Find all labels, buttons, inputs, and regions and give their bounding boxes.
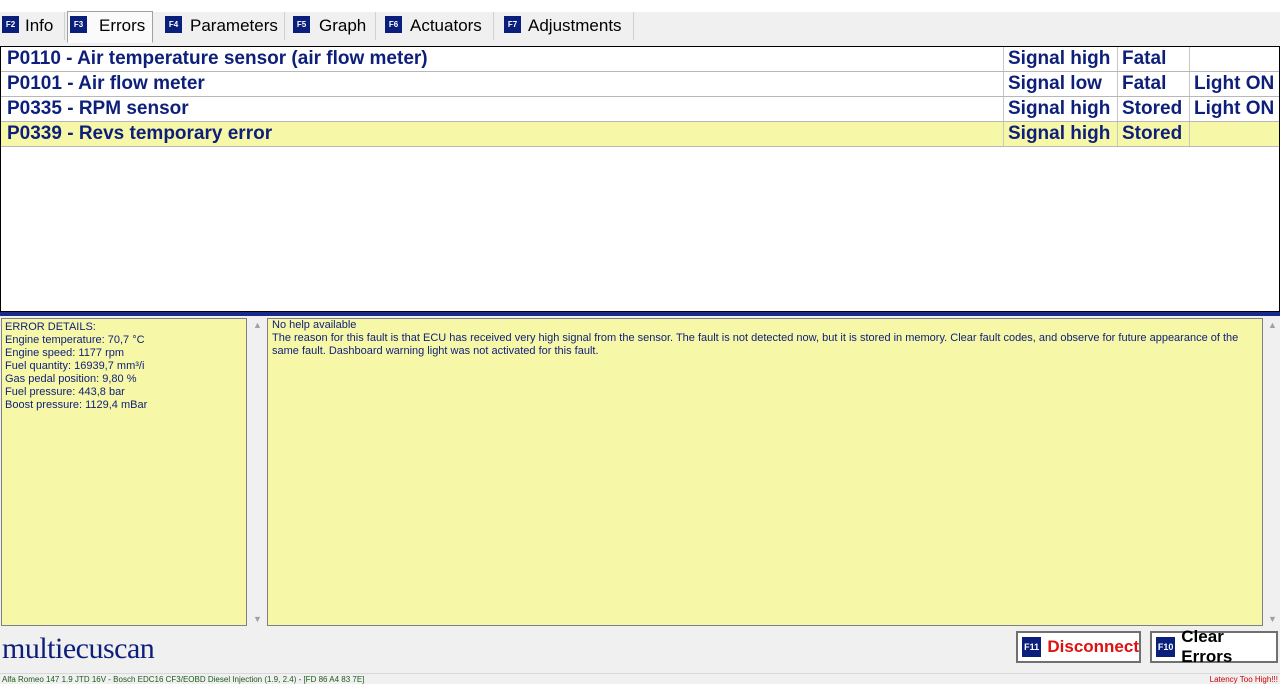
- table-row[interactable]: P0101 - Air flow meter Signal low Fatal …: [1, 72, 1279, 97]
- tab-info[interactable]: F2 Info: [0, 12, 65, 40]
- splitter[interactable]: [0, 312, 1280, 316]
- clear-errors-label: Clear Errors: [1181, 627, 1233, 666]
- help-scrollbar[interactable]: ▲ ▼: [1265, 318, 1279, 626]
- error-light: [1189, 47, 1280, 71]
- table-row[interactable]: P0110 - Air temperature sensor (air flow…: [1, 47, 1279, 72]
- fkey-badge: F5: [293, 16, 310, 33]
- table-row[interactable]: P0335 - RPM sensor Signal high Stored Li…: [1, 97, 1279, 122]
- tab-label: Actuators: [410, 16, 482, 35]
- scroll-down-icon[interactable]: ▼: [253, 614, 262, 624]
- fkey-badge: F10: [1156, 637, 1176, 657]
- clear-errors-button[interactable]: F10 Clear Errors: [1150, 627, 1278, 666]
- scroll-up-icon[interactable]: ▲: [1268, 320, 1277, 330]
- details-title: ERROR DETAILS:: [5, 321, 96, 333]
- error-status: Fatal: [1117, 72, 1194, 96]
- error-description: P0110 - Air temperature sensor (air flow…: [7, 48, 428, 69]
- detail-line: Fuel quantity: 16939,7 mm³/i: [5, 360, 145, 372]
- error-description: P0101 - Air flow meter: [7, 73, 205, 94]
- error-signal: Signal high: [1003, 97, 1122, 121]
- scroll-up-icon[interactable]: ▲: [253, 320, 262, 330]
- app-logo: multiecuscan: [2, 632, 155, 665]
- scroll-down-icon[interactable]: ▼: [1268, 614, 1277, 624]
- error-description: P0339 - Revs temporary error: [7, 123, 273, 144]
- fkey-badge: F4: [165, 16, 182, 33]
- help-title: No help available: [272, 319, 357, 331]
- tab-graph[interactable]: F5 Graph: [291, 12, 376, 40]
- disconnect-label: Disconnect: [1047, 637, 1139, 656]
- table-row-selected[interactable]: P0339 - Revs temporary error Signal high…: [1, 122, 1279, 147]
- error-status: Stored: [1117, 97, 1194, 121]
- fkey-badge: F2: [2, 16, 19, 33]
- error-status: Stored: [1117, 122, 1194, 146]
- tab-label: Adjustments: [528, 16, 622, 35]
- error-light: Light ON: [1189, 72, 1280, 96]
- detail-line: Engine speed: 1177 rpm: [5, 347, 125, 359]
- tab-bar: F2 Info F3 Errors F4 Parameters F5 Graph…: [0, 11, 1280, 43]
- error-description: P0335 - RPM sensor: [7, 98, 189, 119]
- tab-adjustments[interactable]: F7 Adjustments: [502, 12, 634, 40]
- error-signal: Signal high: [1003, 47, 1122, 71]
- fkey-badge: F11: [1022, 637, 1042, 657]
- error-status: Fatal: [1117, 47, 1194, 71]
- detail-line: Fuel pressure: 443,8 bar: [5, 386, 125, 398]
- error-light: Light ON: [1189, 97, 1280, 121]
- error-light: [1189, 122, 1280, 146]
- fkey-badge: F6: [385, 16, 402, 33]
- error-details-panel: ERROR DETAILS: Engine temperature: 70,7 …: [1, 318, 247, 626]
- tab-label: Info: [25, 16, 54, 35]
- tab-parameters[interactable]: F4 Parameters: [163, 12, 285, 40]
- disconnect-button[interactable]: F11 Disconnect: [1016, 631, 1141, 663]
- tab-label: Graph: [319, 16, 367, 35]
- error-signal: Signal high: [1003, 122, 1122, 146]
- tab-label: Errors: [99, 16, 146, 35]
- fkey-badge: F7: [504, 16, 521, 33]
- tab-actuators[interactable]: F6 Actuators: [383, 12, 494, 40]
- fkey-badge: F3: [70, 16, 87, 33]
- detail-line: Boost pressure: 1129,4 mBar: [5, 399, 148, 411]
- error-signal: Signal low: [1003, 72, 1122, 96]
- detail-line: Engine temperature: 70,7 °C: [5, 334, 145, 346]
- help-panel: No help available The reason for this fa…: [267, 318, 1263, 626]
- tab-label: Parameters: [190, 16, 278, 35]
- details-scrollbar[interactable]: ▲ ▼: [250, 318, 264, 626]
- errors-table: P0110 - Air temperature sensor (air flow…: [0, 46, 1280, 312]
- help-text: The reason for this fault is that ECU ha…: [272, 332, 1239, 357]
- detail-line: Gas pedal position: 9,80 %: [5, 373, 137, 385]
- tab-errors[interactable]: F3 Errors: [67, 11, 153, 43]
- title-bar-strip: [0, 0, 1280, 12]
